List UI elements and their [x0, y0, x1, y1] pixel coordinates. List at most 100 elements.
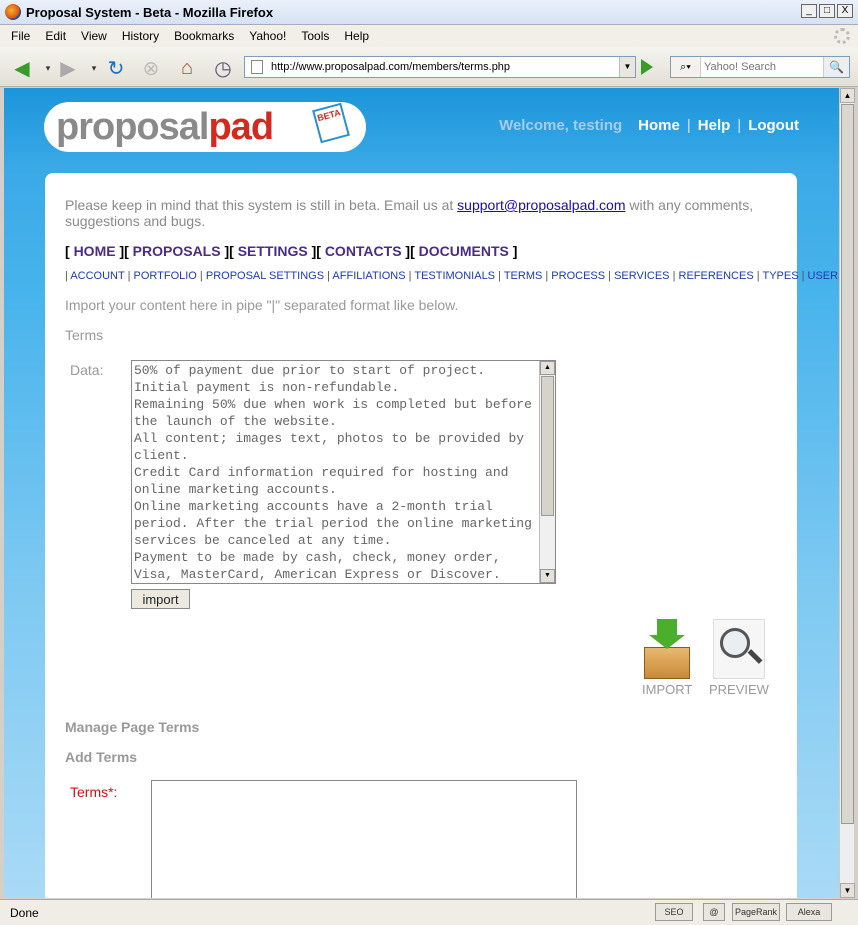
subnav-terms[interactable]: TERMS [504, 270, 543, 282]
import-box-icon[interactable] [642, 619, 692, 679]
nav-proposals[interactable]: PROPOSALS [133, 243, 221, 259]
menu-history[interactable]: History [122, 29, 159, 43]
support-email-link[interactable]: support@proposalpad.com [457, 197, 625, 213]
subnav-types[interactable]: TYPES [762, 270, 798, 282]
window-title: Proposal System - Beta - Mozilla Firefox [26, 4, 274, 20]
welcome-text: Welcome, testing [499, 117, 623, 134]
beta-notice-text: Please keep in mind that this system is … [65, 197, 458, 213]
maximize-button[interactable]: □ [819, 4, 835, 18]
subnav-services[interactable]: SERVICES [614, 270, 669, 282]
back-arrow-icon[interactable]: ◀ [10, 56, 34, 80]
search-bar: ⌕▾ 🔍 [670, 56, 850, 78]
menu-bookmarks[interactable]: Bookmarks [174, 29, 234, 43]
logo-text-red: pad [208, 105, 274, 148]
window-titlebar: Proposal System - Beta - Mozilla Firefox… [0, 0, 858, 25]
at-icon[interactable]: @ [703, 903, 725, 921]
beta-notice: Please keep in mind that this system is … [65, 197, 775, 229]
arrow-head [649, 635, 686, 649]
preview-action[interactable]: PREVIEW [709, 619, 769, 697]
url-input[interactable] [271, 61, 611, 73]
import-instructions: Import your content here in pipe "|" sep… [65, 297, 459, 313]
menu-edit[interactable]: Edit [45, 29, 66, 43]
alexa-icon[interactable]: Alexa [786, 903, 832, 921]
navigation-toolbar: ◀ ▾ ▶ ▾ ↻ ⊗ ⌂ ◷ ▼ ⌕▾ 🔍 [0, 47, 858, 87]
import-section-label: Terms [65, 327, 104, 343]
lens-shape [719, 628, 750, 658]
menu-file[interactable]: File [11, 29, 30, 43]
separator: | [686, 117, 691, 134]
page-icon [251, 60, 263, 74]
search-input[interactable] [704, 61, 824, 73]
terms-textarea[interactable] [151, 780, 577, 898]
page-scroll-down-icon[interactable]: ▼ [840, 883, 855, 898]
reload-icon[interactable]: ↻ [104, 56, 128, 80]
import-action-label[interactable]: IMPORT [642, 682, 692, 697]
address-bar[interactable]: ▼ [244, 56, 636, 78]
subnav-testimonials[interactable]: TESTIMONIALS [414, 270, 495, 282]
subnav-references[interactable]: REFERENCES [679, 270, 754, 282]
status-text: Done [10, 905, 39, 920]
nav-settings[interactable]: SETTINGS [238, 243, 308, 259]
go-arrow-icon[interactable] [641, 59, 653, 75]
page-scroll-thumb[interactable] [841, 104, 854, 824]
menu-yahoo[interactable]: Yahoo! [249, 29, 286, 43]
top-link-home[interactable]: Home [638, 117, 680, 134]
close-button[interactable]: X [837, 4, 853, 18]
main-navigation: [ HOME ][ PROPOSALS ][ SETTINGS ][ CONTA… [65, 243, 518, 259]
subnav-account[interactable]: ACCOUNT [70, 270, 124, 282]
nav-contacts[interactable]: CONTACTS [325, 243, 402, 259]
subnav-proposal-settings[interactable]: PROPOSAL SETTINGS [206, 270, 324, 282]
stop-icon[interactable]: ⊗ [139, 56, 163, 80]
magnifier-icon[interactable] [712, 619, 765, 679]
import-action[interactable]: IMPORT [642, 619, 692, 697]
seo-icon[interactable]: SEO [655, 903, 693, 921]
search-icon[interactable]: 🔍 [823, 57, 849, 77]
menu-help[interactable]: Help [344, 29, 369, 43]
textarea-scrollbar[interactable]: ▲ ▼ [539, 361, 555, 583]
forward-arrow-icon[interactable]: ▶ [56, 56, 80, 80]
terms-field-label: Terms*: [70, 784, 118, 800]
beta-badge: BETA [312, 102, 350, 144]
nav-documents[interactable]: DOCUMENTS [419, 243, 509, 259]
import-data-text[interactable]: 50% of payment due prior to start of pro… [134, 362, 539, 583]
settings-subnavigation: | ACCOUNT | PORTFOLIO | PROPOSAL SETTING… [65, 270, 839, 282]
firefox-icon [5, 4, 21, 20]
activity-throbber-icon [834, 28, 850, 44]
arrow-shaft [657, 619, 678, 635]
proposalpad-logo[interactable]: proposal pad BETA [44, 102, 366, 152]
logo-text-gray: proposal [56, 105, 209, 148]
subnav-users[interactable]: USERS [808, 270, 839, 282]
search-engine-icon[interactable]: ⌕▾ [671, 57, 701, 77]
scroll-thumb[interactable] [541, 376, 554, 516]
preview-action-label[interactable]: PREVIEW [709, 682, 769, 697]
scroll-down-icon[interactable]: ▼ [540, 569, 555, 583]
top-link-logout[interactable]: Logout [748, 117, 799, 134]
page-viewport: proposal pad BETA Welcome, testing Home |… [4, 88, 839, 898]
import-button[interactable]: import [131, 589, 190, 609]
menu-bar: File Edit View History Bookmarks Yahoo! … [0, 25, 858, 47]
menu-tools[interactable]: Tools [301, 29, 329, 43]
menu-view[interactable]: View [81, 29, 107, 43]
separator: | [737, 117, 742, 134]
crate-shape [644, 647, 691, 679]
import-data-textarea[interactable]: 50% of payment due prior to start of pro… [131, 360, 556, 584]
subnav-portfolio[interactable]: PORTFOLIO [134, 270, 197, 282]
add-terms-heading: Add Terms [65, 749, 138, 765]
history-clock-icon[interactable]: ◷ [211, 56, 235, 80]
url-dropdown-icon[interactable]: ▼ [619, 57, 635, 77]
subnav-process[interactable]: PROCESS [551, 270, 605, 282]
minimize-button[interactable]: _ [801, 4, 817, 18]
page-scrollbar[interactable]: ▲ ▼ [839, 88, 855, 898]
scroll-up-icon[interactable]: ▲ [540, 361, 555, 375]
data-label: Data: [70, 362, 104, 378]
home-icon[interactable]: ⌂ [175, 56, 199, 80]
pagerank-icon[interactable]: PageRank [732, 903, 780, 921]
forward-dropdown-icon[interactable]: ▾ [82, 56, 106, 80]
top-navigation: Welcome, testing Home | Help | Logout [499, 117, 799, 134]
status-bar: Done [0, 899, 858, 925]
top-link-help[interactable]: Help [698, 117, 731, 134]
subnav-affiliations[interactable]: AFFILIATIONS [332, 270, 405, 282]
nav-home[interactable]: HOME [74, 243, 116, 259]
content-panel: Please keep in mind that this system is … [45, 173, 839, 898]
page-scroll-up-icon[interactable]: ▲ [840, 88, 855, 103]
